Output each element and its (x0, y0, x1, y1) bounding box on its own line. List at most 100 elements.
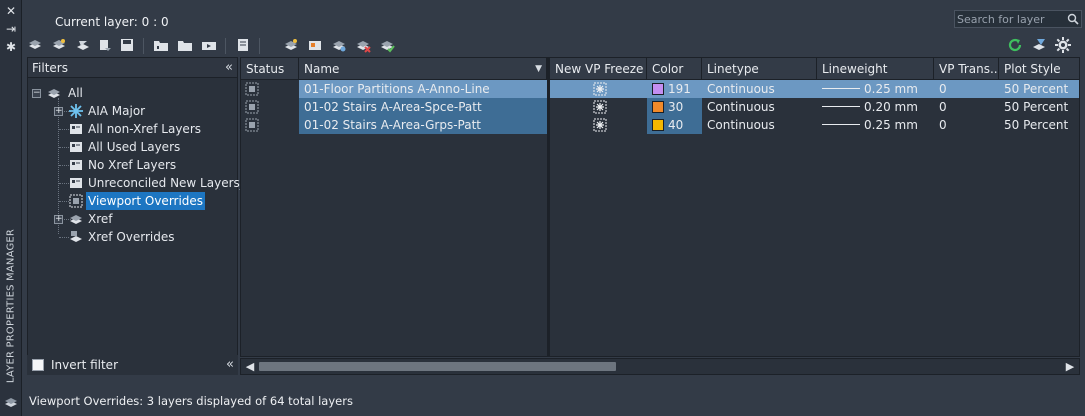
new-folder-icon[interactable] (177, 37, 193, 53)
color-cell[interactable]: 40 (647, 116, 702, 134)
lineweight-cell[interactable]: 0.25 mm (817, 116, 934, 134)
layer-name[interactable]: 01-02 Stairs A-Area-Spce-Patt (299, 98, 547, 116)
expand-icon[interactable]: + (54, 215, 63, 224)
column-header-new-vp-freeze[interactable]: New VP Freeze (550, 58, 647, 80)
status-cell (241, 80, 299, 98)
scrollbar-thumb[interactable] (259, 362, 616, 371)
vp-transparency-cell[interactable]: 0 (934, 116, 999, 134)
vp-freeze-icon (593, 118, 607, 132)
lineweight-cell[interactable]: 0.25 mm (817, 80, 934, 98)
lineweight-value: 0.20 mm (864, 100, 918, 114)
horizontal-scrollbar[interactable]: ◀ ▶ (240, 358, 1080, 375)
tree-item-all-used[interactable]: All Used Layers (28, 138, 233, 156)
collapse-icon[interactable]: − (32, 89, 41, 98)
color-number: 40 (668, 118, 684, 132)
layer-states-manager-icon[interactable] (75, 37, 91, 53)
column-header-status[interactable]: Status (241, 58, 299, 80)
column-header-lineweight[interactable]: Lineweight (817, 58, 934, 80)
tree-item-label: All (68, 86, 83, 100)
new-vp-layer-icon[interactable] (307, 37, 323, 53)
linetype-cell[interactable]: Continuous (702, 98, 817, 116)
tree-item-no-xref[interactable]: No Xref Layers (28, 156, 233, 174)
filter-icon (70, 178, 82, 188)
collapse-filters-button[interactable]: « (225, 58, 233, 78)
lineweight-cell[interactable]: 0.20 mm (817, 98, 934, 116)
vp-transparency-cell[interactable]: 0 (934, 80, 999, 98)
delete-layer-icon[interactable] (355, 37, 371, 53)
tree-item-xref[interactable]: + Xref (28, 210, 233, 228)
invert-filter-checkbox[interactable] (32, 359, 44, 371)
snowflake-icon (69, 104, 83, 118)
expand-icon[interactable]: + (54, 107, 63, 116)
tree-item-all[interactable]: − All (28, 84, 233, 102)
toolbar-separator (259, 38, 260, 54)
column-header-plot-style[interactable]: Plot Style (999, 58, 1079, 80)
color-cell[interactable]: 30 (647, 98, 702, 116)
linetype-cell[interactable]: Continuous (702, 116, 817, 134)
lineweight-sample (822, 88, 860, 89)
column-header-color[interactable]: Color (647, 58, 702, 80)
collapse-filters-button[interactable]: « (226, 355, 234, 375)
new-property-filter-icon[interactable] (27, 37, 43, 53)
tree-item-label: No Xref Layers (88, 158, 177, 172)
tree-item-aia-major[interactable]: + AIA Major (28, 102, 233, 120)
column-header-name[interactable]: Name (299, 58, 547, 80)
vp-override-icon[interactable] (331, 37, 347, 53)
color-number: 191 (668, 82, 691, 96)
vp-transparency-cell[interactable]: 0 (934, 98, 999, 116)
tree-item-label: Viewport Overrides (86, 192, 206, 210)
scroll-left-icon[interactable]: ◀ (243, 359, 257, 374)
tree-item-all-non-xref[interactable]: All non-Xref Layers (28, 120, 233, 138)
layer-states-icon[interactable] (97, 37, 113, 53)
search-input[interactable]: Search for layer (954, 10, 1082, 28)
plot-style-cell[interactable]: 50 Percent (999, 98, 1079, 116)
vp-freeze-cell[interactable] (550, 116, 647, 134)
column-header-linetype[interactable]: Linetype (702, 58, 817, 80)
table-row[interactable]: 01-02 Stairs A-Area-Spce-Patt 30 Continu… (241, 98, 1079, 116)
settings-icon[interactable] (1031, 37, 1047, 53)
new-layer-vp-frozen-icon[interactable] (283, 37, 299, 53)
linetype-cell[interactable]: Continuous (702, 80, 817, 98)
tree-item-label: All Used Layers (88, 140, 181, 154)
current-layer-label: Current layer: 0 : 0 (55, 15, 169, 29)
tree-item-unreconciled[interactable]: Unreconciled New Layers_ (28, 174, 246, 192)
filters-panel: Filters « − All + AIA Major All non-Xref… (27, 57, 246, 375)
lineweight-sample (822, 106, 860, 107)
status-cell (241, 98, 299, 116)
column-header-vp-transparency[interactable]: VP Trans... (934, 58, 999, 80)
tree-item-label: AIA Major (88, 104, 146, 118)
color-cell[interactable]: 191 (647, 80, 702, 98)
layer-list: Status Name New VP Freeze Color Linetype… (240, 57, 1080, 357)
open-icon[interactable] (201, 37, 217, 53)
tree-item-xref-overrides[interactable]: Xref Overrides (28, 228, 233, 246)
properties-icon[interactable]: ✱ (4, 40, 18, 54)
new-group-filter-icon[interactable] (51, 37, 67, 53)
set-current-icon[interactable] (379, 37, 395, 53)
plot-style-cell[interactable]: 50 Percent (999, 116, 1079, 134)
refresh-icon[interactable] (1007, 37, 1023, 53)
plot-style-cell[interactable]: 50 Percent (999, 80, 1079, 98)
close-icon[interactable]: ✕ (4, 4, 18, 18)
vp-freeze-icon (593, 100, 607, 114)
viewport-layer-icon (245, 118, 259, 132)
search-icon (1067, 13, 1079, 25)
table-row[interactable]: 01-02 Stairs A-Area-Grps-Patt 40 Continu… (241, 116, 1079, 134)
layer-name[interactable]: 01-Floor Partitions A-Anno-Line (299, 80, 547, 98)
scroll-right-icon[interactable]: ▶ (1063, 359, 1077, 374)
vp-freeze-cell[interactable] (550, 80, 647, 98)
viewport-filter-icon (69, 194, 83, 208)
new-layer-icon[interactable] (153, 37, 169, 53)
save-icon[interactable] (119, 37, 135, 53)
filter-icon (70, 142, 82, 152)
table-row[interactable]: 01-Floor Partitions A-Anno-Line 191 Cont… (241, 80, 1079, 98)
layer-properties-manager: Current layer: 0 : 0 Search for layer Fi… (22, 0, 1085, 416)
auto-hide-icon[interactable]: ⇥ (4, 22, 18, 36)
vp-freeze-cell[interactable] (550, 98, 647, 116)
color-swatch (652, 101, 664, 113)
gear-icon[interactable] (1055, 37, 1071, 53)
tree-item-label: Xref Overrides (88, 230, 175, 244)
tree-item-viewport-overrides[interactable]: Viewport Overrides (28, 192, 233, 210)
layer-translate-icon[interactable] (235, 37, 251, 53)
vp-freeze-icon (593, 82, 607, 96)
layer-name[interactable]: 01-02 Stairs A-Area-Grps-Patt (299, 116, 547, 134)
